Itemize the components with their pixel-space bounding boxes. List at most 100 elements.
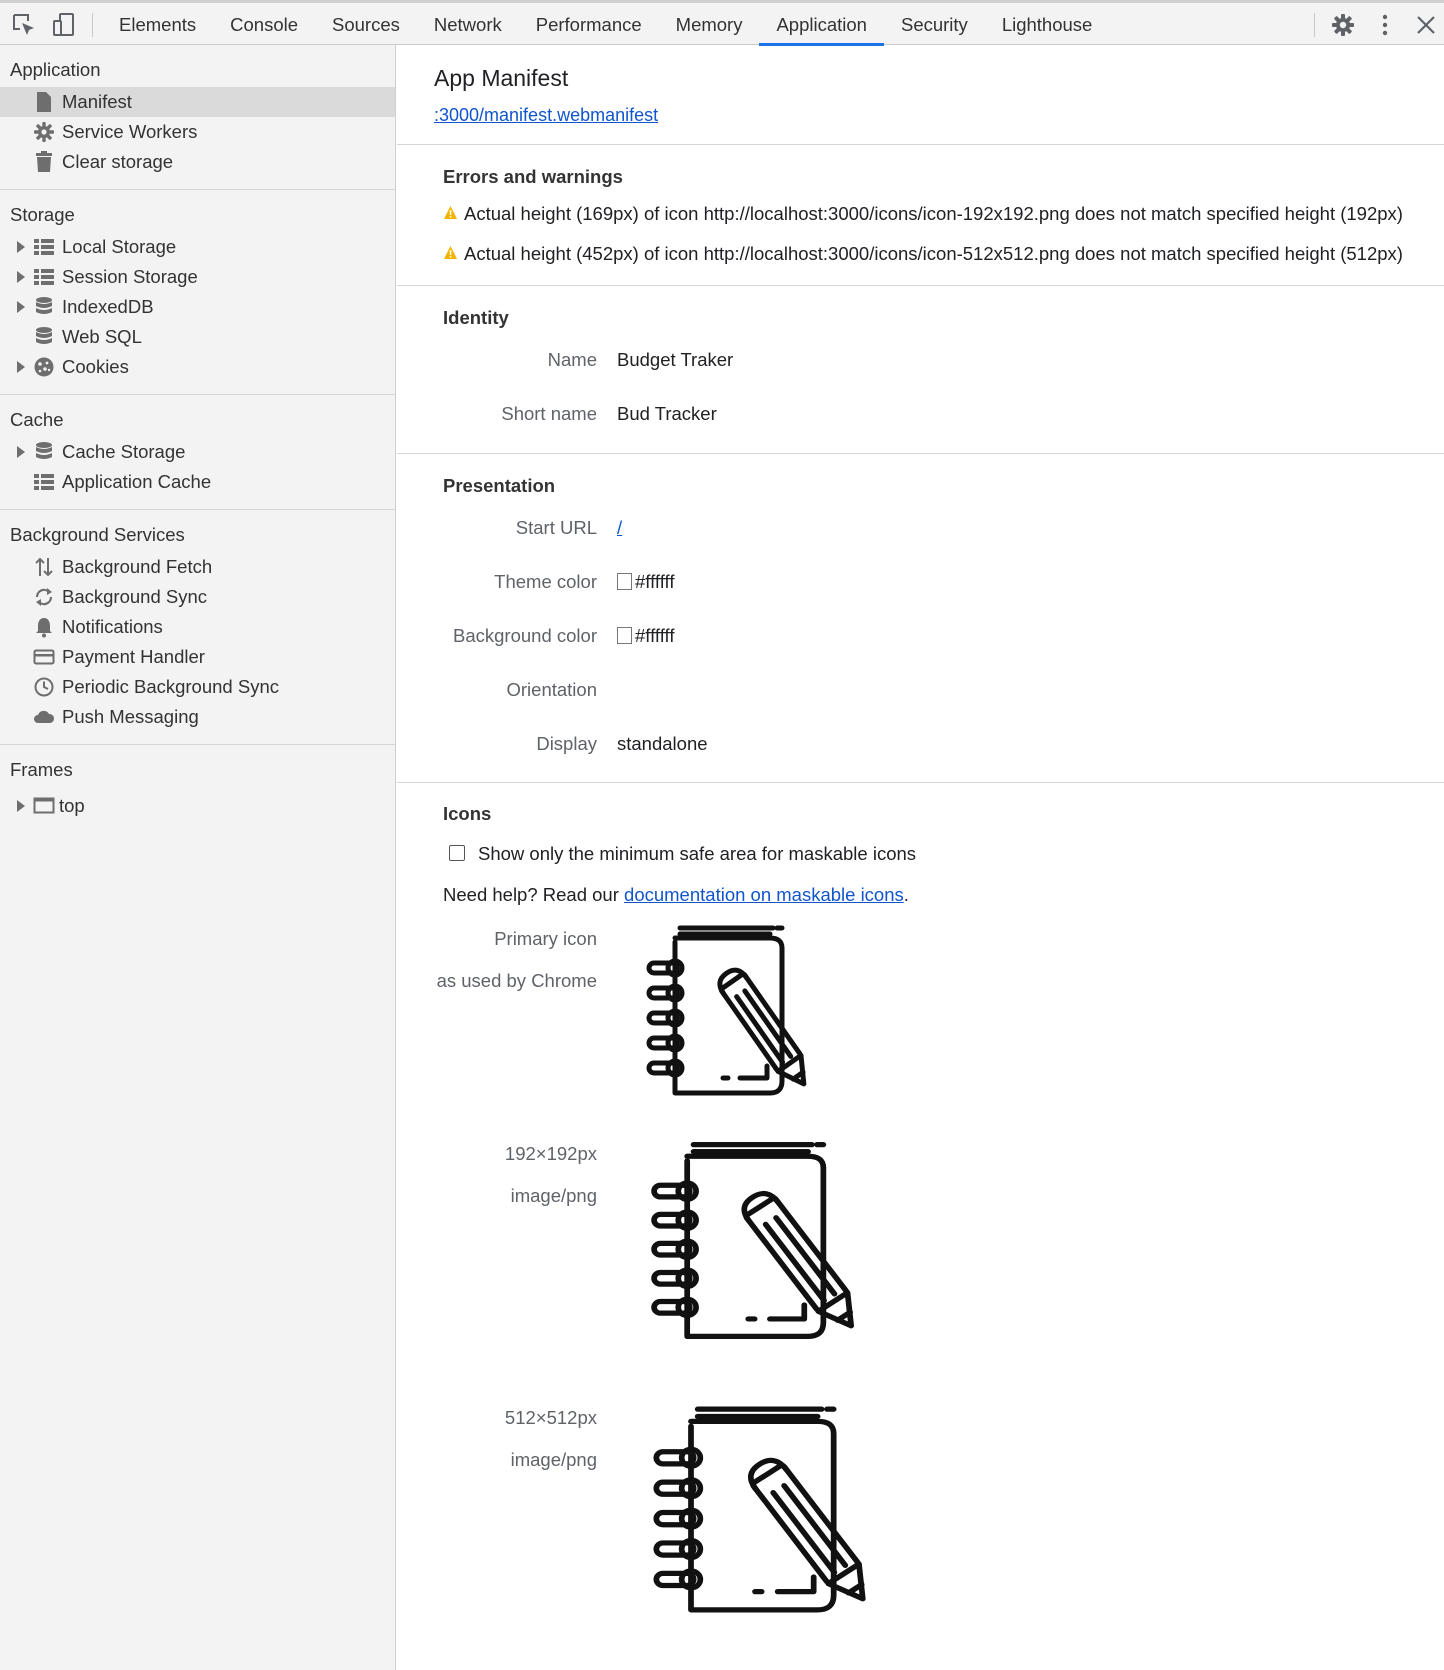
field-value[interactable]: Budget Traker — [617, 349, 733, 371]
sidebar-item-background-fetch[interactable]: Background Fetch — [0, 552, 395, 582]
icon-sublabel: as used by Chrome — [436, 970, 597, 991]
maskable-checkbox[interactable] — [449, 845, 465, 861]
sidebar-item-background-sync[interactable]: Background Sync — [0, 582, 395, 612]
sidebar-item-label: Clear storage — [62, 151, 174, 172]
tab-security[interactable]: Security — [884, 3, 985, 45]
close-icon[interactable] — [1413, 12, 1439, 38]
field-label: Orientation — [506, 679, 598, 700]
sidebar-section-cache: Cache Cache Storage Application Cache — [0, 395, 395, 510]
field-background-color: Background color #ffffff — [397, 625, 1444, 655]
trash-icon — [36, 151, 52, 172]
sidebar-item-label: Session Storage — [62, 266, 198, 287]
manifest-panel: App Manifest :3000/manifest.webmanifest … — [397, 45, 1444, 1670]
application-sidebar: Application Manifest Service Workers Cle… — [0, 45, 396, 1670]
checkbox-label[interactable]: Show only the minimum safe area for mask… — [478, 843, 916, 865]
sidebar-heading: Background Services — [10, 524, 185, 545]
field-label: Short name — [501, 403, 597, 424]
page-title: App Manifest — [434, 65, 569, 91]
bell-icon — [36, 618, 52, 638]
section-title: Presentation — [443, 475, 556, 496]
help-prefix: Need help? Read our — [443, 884, 625, 905]
arrows-updown-icon — [35, 557, 53, 577]
field-label: Name — [547, 349, 597, 370]
tab-network[interactable]: Network — [417, 3, 519, 45]
sidebar-item-notifications[interactable]: Notifications — [0, 612, 395, 642]
tab-elements[interactable]: Elements — [102, 3, 213, 45]
tab-memory[interactable]: Memory — [659, 3, 760, 45]
tab-lighthouse[interactable]: Lighthouse — [985, 3, 1110, 45]
sidebar-item-service-workers[interactable]: Service Workers — [0, 117, 395, 147]
errors-section: Errors and warnings Actual height (169px… — [397, 145, 1444, 286]
devtools-toolbar: Elements Console Sources Network Perform… — [0, 0, 1444, 46]
section-title: Errors and warnings — [443, 166, 623, 187]
tab-performance[interactable]: Performance — [519, 3, 659, 45]
settings-gear-icon[interactable] — [1330, 12, 1356, 38]
warning-icon — [444, 246, 457, 259]
start-url-link[interactable]: / — [617, 517, 622, 538]
field-value[interactable]: standalone — [617, 733, 708, 755]
grid-icon — [34, 239, 54, 255]
manifest-header: App Manifest :3000/manifest.webmanifest — [397, 45, 1444, 145]
tab-console[interactable]: Console — [213, 3, 315, 45]
sidebar-item-indexeddb[interactable]: IndexedDB — [0, 292, 395, 322]
document-icon — [37, 92, 51, 112]
expand-arrow-icon[interactable] — [17, 800, 25, 812]
sidebar-item-frame-top[interactable]: top — [0, 791, 395, 821]
sidebar-section-application: Application Manifest Service Workers Cle… — [0, 45, 395, 190]
inspect-element-icon[interactable] — [11, 12, 37, 38]
warning-text: Actual height (452px) of icon http://loc… — [464, 243, 1403, 264]
field-start-url: Start URL / — [397, 517, 1444, 547]
expand-arrow-icon[interactable] — [17, 301, 25, 313]
sidebar-item-clear-storage[interactable]: Clear storage — [0, 147, 395, 177]
expand-arrow-icon[interactable] — [17, 241, 25, 253]
sidebar-item-cache-storage[interactable]: Cache Storage — [0, 437, 395, 467]
sidebar-item-label: Background Sync — [62, 586, 208, 607]
sidebar-item-manifest[interactable]: Manifest — [0, 87, 395, 117]
notebook-pencil-icon — [653, 1406, 866, 1613]
sidebar-item-label: Payment Handler — [62, 646, 205, 667]
sidebar-item-push-messaging[interactable]: Push Messaging — [0, 702, 395, 732]
expand-arrow-icon[interactable] — [17, 446, 25, 458]
sidebar-section-storage: Storage Local Storage Session Storage In… — [0, 190, 395, 395]
color-swatch — [617, 573, 632, 590]
cookie-icon — [34, 357, 54, 377]
sidebar-item-label: Cookies — [62, 356, 129, 377]
tab-application[interactable]: Application — [759, 3, 884, 46]
manifest-url-link[interactable]: :3000/manifest.webmanifest — [434, 105, 658, 126]
sidebar-item-label: IndexedDB — [62, 296, 154, 317]
icon-size-label: 192×192px — [504, 1143, 597, 1164]
sidebar-item-label: Local Storage — [62, 236, 177, 257]
expand-arrow-icon[interactable] — [17, 361, 25, 373]
sidebar-item-payment-handler[interactable]: Payment Handler — [0, 642, 395, 672]
icon-size-label: 512×512px — [504, 1407, 597, 1428]
sidebar-item-cookies[interactable]: Cookies — [0, 352, 395, 382]
identity-section: Identity Name Budget Traker Short name B… — [397, 286, 1444, 454]
color-swatch — [617, 627, 632, 644]
field-value[interactable]: #ffffff — [635, 625, 674, 646]
sidebar-item-application-cache[interactable]: Application Cache — [0, 467, 395, 497]
sidebar-item-label: Cache Storage — [62, 441, 186, 462]
sidebar-item-label: Manifest — [62, 91, 132, 112]
sync-icon — [35, 588, 53, 606]
tab-sources[interactable]: Sources — [315, 3, 417, 45]
expand-arrow-icon[interactable] — [17, 271, 25, 283]
more-options-icon[interactable] — [1372, 12, 1398, 38]
maskable-docs-link[interactable]: documentation on maskable icons — [624, 884, 904, 905]
device-toolbar-icon[interactable] — [51, 12, 77, 38]
clock-icon — [34, 677, 54, 697]
warning-icon — [444, 206, 457, 219]
field-label: Display — [536, 733, 597, 754]
field-value[interactable]: Bud Tracker — [617, 403, 717, 425]
sidebar-item-periodic-background-sync[interactable]: Periodic Background Sync — [0, 672, 395, 702]
sidebar-item-web-sql[interactable]: Web SQL — [0, 322, 395, 352]
sidebar-item-session-storage[interactable]: Session Storage — [0, 262, 395, 292]
toolbar-divider — [1314, 13, 1315, 37]
sidebar-section-frames: Frames top — [0, 745, 395, 833]
sidebar-item-local-storage[interactable]: Local Storage — [0, 232, 395, 262]
sidebar-heading: Cache — [10, 409, 64, 430]
field-value[interactable]: #ffffff — [635, 571, 674, 592]
field-label: Start URL — [515, 517, 597, 538]
toolbar-divider — [92, 13, 93, 37]
sidebar-item-label: Service Workers — [62, 121, 198, 142]
database-icon — [36, 297, 52, 314]
